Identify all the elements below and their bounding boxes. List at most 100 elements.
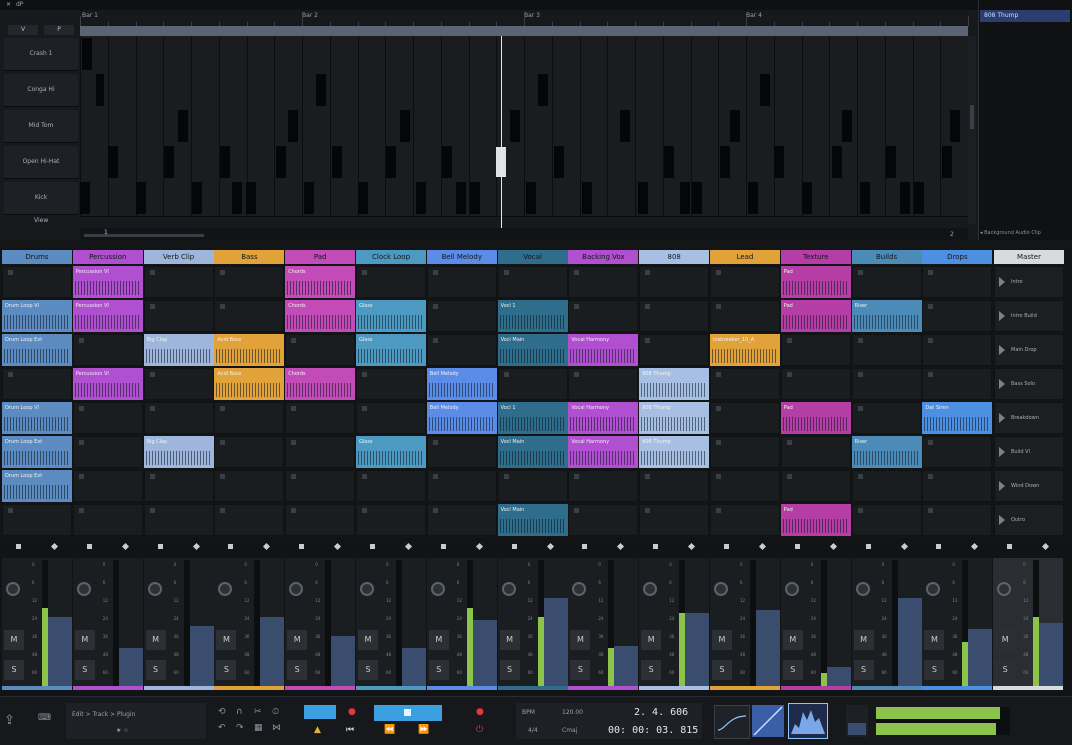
empty-clip-slot[interactable] <box>426 334 497 366</box>
scene-launch[interactable]: Outro <box>994 504 1064 536</box>
track-header[interactable]: Percussion <box>72 250 143 264</box>
pan-knob[interactable] <box>501 582 516 596</box>
empty-clip-slot[interactable] <box>2 266 72 298</box>
stop-icon[interactable] <box>794 544 800 549</box>
clip[interactable]: Drum Loop Ext <box>2 470 72 502</box>
track-header[interactable]: Vocal <box>497 250 568 264</box>
empty-clip-slot[interactable] <box>285 334 356 366</box>
rating-stars[interactable]: ★ ☆ <box>116 727 129 734</box>
midi-note[interactable] <box>900 182 910 214</box>
empty-clip-slot[interactable] <box>568 470 639 502</box>
solo-button[interactable]: S <box>216 660 237 680</box>
undo-icon[interactable]: ↶ <box>218 723 226 733</box>
stop-slot-icon[interactable] <box>857 474 863 479</box>
stop-slot-icon[interactable] <box>78 406 84 411</box>
empty-clip-slot[interactable] <box>2 368 72 400</box>
stop-icon[interactable] <box>16 544 21 549</box>
midi-note[interactable] <box>164 146 174 178</box>
stop-icon[interactable] <box>86 544 92 549</box>
stop-slot-icon[interactable] <box>8 372 13 377</box>
stop-slot-icon[interactable] <box>574 270 580 275</box>
stop-slot-icon[interactable] <box>432 270 438 275</box>
stop-icon[interactable] <box>865 544 871 549</box>
clip[interactable]: Acid Bass <box>214 368 285 400</box>
mute-button[interactable]: M <box>287 630 308 650</box>
stop-slot-icon[interactable] <box>432 304 438 309</box>
midi-note[interactable] <box>554 146 564 178</box>
stop-slot-icon[interactable] <box>574 372 580 377</box>
track-header[interactable]: Builds <box>851 250 922 264</box>
volume-fader[interactable] <box>897 597 922 686</box>
empty-clip-slot[interactable] <box>639 266 710 298</box>
stop-slot-icon[interactable] <box>857 508 863 513</box>
stop-slot-icon[interactable] <box>716 372 721 377</box>
empty-clip-slot[interactable] <box>285 436 356 468</box>
solo-button[interactable]: S <box>358 660 378 680</box>
mix-icon[interactable]: ⋈ <box>272 723 281 733</box>
volume-fader[interactable] <box>968 629 993 686</box>
clip[interactable]: Vocl Main <box>497 436 568 468</box>
empty-clip-slot[interactable] <box>214 436 285 468</box>
stop-icon[interactable] <box>228 544 234 549</box>
route-icon[interactable] <box>617 542 625 551</box>
empty-clip-slot[interactable] <box>426 436 497 468</box>
empty-clip-slot[interactable] <box>922 504 993 536</box>
stop-slot-icon[interactable] <box>928 372 934 377</box>
stop-slot-icon[interactable] <box>362 372 367 377</box>
midi-note[interactable] <box>664 146 674 178</box>
pan-knob[interactable] <box>572 582 587 596</box>
stop-slot-icon[interactable] <box>786 474 792 479</box>
midi-note[interactable] <box>526 182 536 214</box>
scene-play-icon[interactable] <box>999 481 1005 491</box>
scene-launch[interactable]: Build Vl <box>994 436 1064 468</box>
empty-clip-slot[interactable] <box>568 504 639 536</box>
empty-clip-slot[interactable] <box>72 402 143 434</box>
midi-note[interactable] <box>456 182 466 214</box>
track-header[interactable]: Texture <box>780 250 851 264</box>
clip[interactable]: Drum Loop Ext <box>2 334 72 366</box>
stop-slot-icon[interactable] <box>716 270 721 275</box>
stop-slot-icon[interactable] <box>645 338 651 343</box>
stop-icon[interactable] <box>582 544 588 549</box>
route-icon[interactable] <box>192 542 200 551</box>
midi-note[interactable] <box>400 110 410 142</box>
solo-button[interactable]: S <box>853 660 874 680</box>
stop-slot-icon[interactable] <box>786 372 792 377</box>
stop-slot-icon[interactable] <box>291 508 297 513</box>
empty-clip-slot[interactable] <box>922 266 993 298</box>
clip[interactable]: Chords <box>285 300 356 332</box>
browser-selected-item[interactable]: 808 Thump <box>980 10 1070 22</box>
solo-button[interactable]: S <box>712 660 732 680</box>
stop-slot-icon[interactable] <box>432 474 438 479</box>
stop-slot-icon[interactable] <box>645 304 651 309</box>
stop-icon[interactable] <box>440 544 446 549</box>
empty-clip-slot[interactable] <box>922 470 993 502</box>
pan-knob[interactable] <box>289 582 304 596</box>
midi-note[interactable] <box>760 74 770 106</box>
empty-clip-slot[interactable] <box>851 334 922 366</box>
clip[interactable]: Riser <box>851 300 922 332</box>
empty-clip-slot[interactable] <box>922 436 993 468</box>
clip[interactable]: Dat Siren <box>922 402 993 434</box>
midi-note[interactable] <box>416 182 426 214</box>
track-header[interactable]: Backing Vox <box>568 250 639 264</box>
midi-note[interactable] <box>304 182 314 214</box>
track-header[interactable]: Verb Clip <box>143 250 214 264</box>
power-icon[interactable]: ⏻ <box>476 725 483 735</box>
empty-clip-slot[interactable] <box>851 402 922 434</box>
empty-clip-slot[interactable] <box>72 504 143 536</box>
pan-knob[interactable] <box>147 582 162 596</box>
empty-clip-slot[interactable] <box>285 470 356 502</box>
scene-launch[interactable]: Wind Down <box>994 470 1064 502</box>
stop-button[interactable] <box>374 705 442 721</box>
empty-clip-slot[interactable] <box>426 504 497 536</box>
volume-fader[interactable] <box>543 597 568 686</box>
note-lane[interactable] <box>80 36 968 73</box>
solo-button[interactable]: S <box>499 660 520 680</box>
track-header[interactable]: 808 <box>639 250 710 264</box>
stop-slot-icon[interactable] <box>786 338 792 343</box>
midi-note[interactable] <box>638 182 648 214</box>
stop-slot-icon[interactable] <box>220 270 226 275</box>
route-icon[interactable] <box>971 542 979 551</box>
stop-slot-icon[interactable] <box>716 304 721 309</box>
